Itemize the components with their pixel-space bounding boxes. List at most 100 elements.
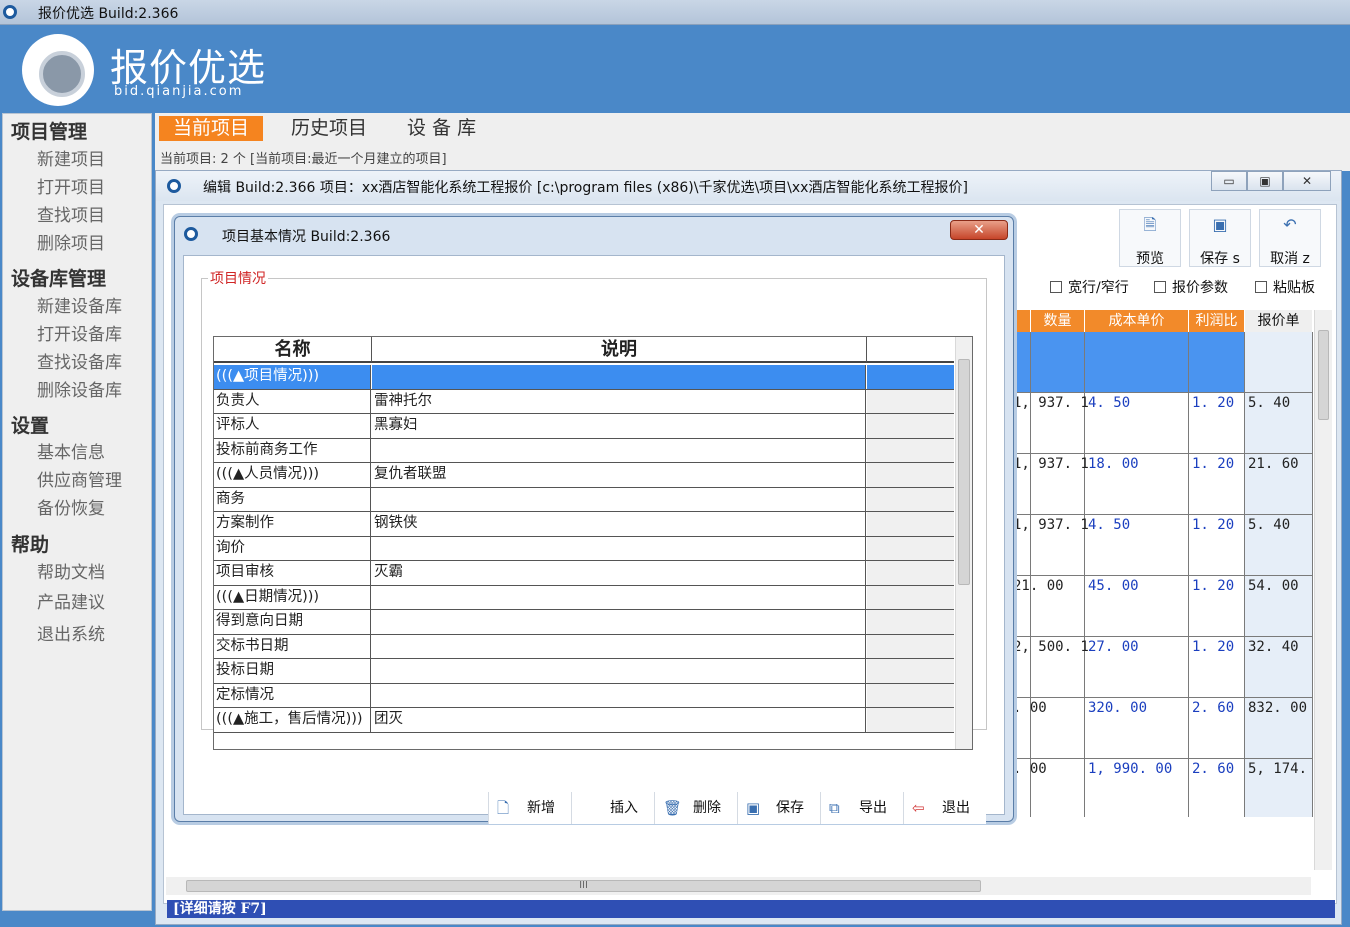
grid-header-profit[interactable]: 利润比	[1189, 310, 1245, 332]
tab-history-projects[interactable]: 历史项目	[277, 116, 381, 141]
grid-cell[interactable]: 54. 00	[1248, 578, 1299, 594]
cell-name[interactable]: 询价	[214, 536, 371, 560]
scroll-thumb[interactable]	[1318, 330, 1329, 420]
scroll-thumb[interactable]: III	[186, 880, 981, 892]
table-row[interactable]: 定标情况	[214, 683, 954, 708]
sidebar-item-delete-project[interactable]: 删除项目	[37, 229, 105, 254]
grid-cell[interactable]: 1. 20	[1192, 578, 1234, 594]
cell-desc[interactable]	[372, 634, 866, 658]
table-row[interactable]: 询价	[214, 536, 954, 561]
dialog-vertical-scrollbar[interactable]	[955, 337, 972, 749]
cell-desc[interactable]	[372, 683, 866, 707]
grid-cell[interactable]: 320. 00	[1088, 700, 1147, 716]
insert-button[interactable]: 插入	[571, 792, 654, 824]
sidebar-item-open-project[interactable]: 打开项目	[37, 173, 105, 198]
grid-cell[interactable]: . 00	[1013, 761, 1047, 777]
grid-header-quote[interactable]: 报价单	[1245, 310, 1313, 332]
cell-desc[interactable]: 团灭	[372, 708, 866, 732]
save-button[interactable]: ▣ 保存 s	[1189, 209, 1251, 267]
cell-name[interactable]: 商务	[214, 487, 371, 511]
table-row[interactable]: 项目审核 灭霸	[214, 561, 954, 586]
sidebar-item-new-library[interactable]: 新建设备库	[37, 292, 122, 317]
grid-cell[interactable]: 1, 937. 1	[1013, 395, 1089, 411]
sidebar-item-feedback[interactable]: 产品建议	[37, 588, 105, 613]
cell-desc[interactable]	[372, 365, 866, 389]
table-row[interactable]: (((▲人员情况))) 复仇者联盟	[214, 463, 954, 488]
maximize-button[interactable]: ▣	[1247, 171, 1283, 191]
sidebar-item-exit[interactable]: 退出系统	[37, 620, 105, 645]
grid-cell[interactable]: 2, 500. 1	[1013, 639, 1089, 655]
grid-vertical-scrollbar[interactable]	[1314, 310, 1332, 870]
cell-desc[interactable]: 钢铁侠	[372, 512, 866, 536]
cell-desc[interactable]	[372, 487, 866, 511]
horizontal-scrollbar[interactable]: III	[166, 877, 1311, 895]
minimize-button[interactable]: ▭	[1211, 171, 1247, 191]
cell-name[interactable]: 投标日期	[214, 659, 371, 683]
cell-desc[interactable]	[372, 585, 866, 609]
dialog-close-button[interactable]: ✕	[950, 220, 1008, 240]
cell-desc[interactable]: 灭霸	[372, 561, 866, 585]
tab-equipment-library[interactable]: 设 备 库	[393, 116, 490, 141]
cell-name[interactable]: (((▲日期情况)))	[214, 585, 371, 609]
delete-button[interactable]: 🗑 删除	[654, 792, 737, 824]
table-row[interactable]: 负责人 雷神托尔	[214, 389, 954, 414]
cell-name[interactable]: 负责人	[214, 389, 371, 413]
grid-cell[interactable]: 4. 50	[1088, 395, 1130, 411]
export-button[interactable]: ⧉ 导出	[820, 792, 903, 824]
wide-row-checkbox[interactable]: 宽行/窄行	[1050, 277, 1129, 297]
table-row[interactable]: 评标人 黑寡妇	[214, 414, 954, 439]
cell-desc[interactable]: 雷神托尔	[372, 389, 866, 413]
exit-button[interactable]: ⇦ 退出	[903, 792, 986, 824]
table-row[interactable]: 交标书日期	[214, 634, 954, 659]
grid-cell[interactable]: 4. 50	[1088, 517, 1130, 533]
grid-cell[interactable]: 21. 00	[1013, 578, 1064, 594]
grid-cell[interactable]: 2. 60	[1192, 761, 1234, 777]
cell-name[interactable]: 交标书日期	[214, 634, 371, 658]
cell-name[interactable]: (((▲施工，售后情况)))	[214, 708, 371, 732]
close-button[interactable]: ✕	[1283, 171, 1331, 191]
sidebar-item-delete-library[interactable]: 删除设备库	[37, 376, 122, 401]
clipboard-checkbox[interactable]: 粘贴板	[1255, 277, 1315, 297]
cell-desc[interactable]: 复仇者联盟	[372, 463, 866, 487]
cell-name[interactable]: (((▲项目情况)))	[214, 365, 371, 389]
quote-params-checkbox[interactable]: 报价参数	[1154, 277, 1228, 297]
table-row[interactable]: 投标前商务工作	[214, 438, 954, 463]
cell-name[interactable]: (((▲人员情况)))	[214, 463, 371, 487]
grid-cell[interactable]: 5. 40	[1248, 517, 1290, 533]
cell-name[interactable]: 方案制作	[214, 512, 371, 536]
grid-cell[interactable]: 1. 20	[1192, 639, 1234, 655]
grid-cell[interactable]: 1. 20	[1192, 395, 1234, 411]
grid-header-qty[interactable]: 数量	[1031, 310, 1085, 332]
sidebar-item-suppliers[interactable]: 供应商管理	[37, 466, 122, 491]
table-row[interactable]: 得到意向日期	[214, 610, 954, 635]
grid-cell[interactable]: 18. 00	[1088, 456, 1139, 472]
cell-name[interactable]: 投标前商务工作	[214, 438, 371, 462]
grid-cell[interactable]: 5. 40	[1248, 395, 1290, 411]
cell-name[interactable]: 得到意向日期	[214, 610, 371, 634]
preview-button[interactable]: 🗎 预览	[1119, 209, 1181, 267]
grid-cell[interactable]: 32. 40	[1248, 639, 1299, 655]
sidebar-item-backup[interactable]: 备份恢复	[37, 494, 105, 519]
add-button[interactable]: 🗋 新增	[488, 792, 571, 824]
sidebar-item-find-library[interactable]: 查找设备库	[37, 348, 122, 373]
cell-name[interactable]: 项目审核	[214, 561, 371, 585]
column-header-desc[interactable]: 说明	[372, 337, 867, 363]
table-row[interactable]: 商务	[214, 487, 954, 512]
grid-cell[interactable]: 1, 937. 1	[1013, 517, 1089, 533]
grid-cell[interactable]: . 00	[1013, 700, 1047, 716]
undo-button[interactable]: ↶ 取消 z	[1259, 209, 1321, 267]
save-button[interactable]: ▣ 保存	[737, 792, 820, 824]
grid-cell[interactable]: 832. 00	[1248, 700, 1307, 716]
sidebar-item-basic-info[interactable]: 基本信息	[37, 438, 105, 463]
grid-cell[interactable]: 21. 60	[1248, 456, 1299, 472]
table-row[interactable]: (((▲项目情况)))	[214, 365, 954, 390]
grid-cell[interactable]: 1, 990. 00	[1088, 761, 1172, 777]
sidebar-item-open-library[interactable]: 打开设备库	[37, 320, 122, 345]
sidebar-item-find-project[interactable]: 查找项目	[37, 201, 105, 226]
grid-header-cost[interactable]: 成本单价	[1085, 310, 1189, 332]
cell-desc[interactable]: 黑寡妇	[372, 414, 866, 438]
grid-cell[interactable]: 45. 00	[1088, 578, 1139, 594]
table-row[interactable]: 投标日期	[214, 659, 954, 684]
tab-current-projects[interactable]: 当前项目	[159, 116, 264, 141]
grid-cell[interactable]: 2. 60	[1192, 700, 1234, 716]
